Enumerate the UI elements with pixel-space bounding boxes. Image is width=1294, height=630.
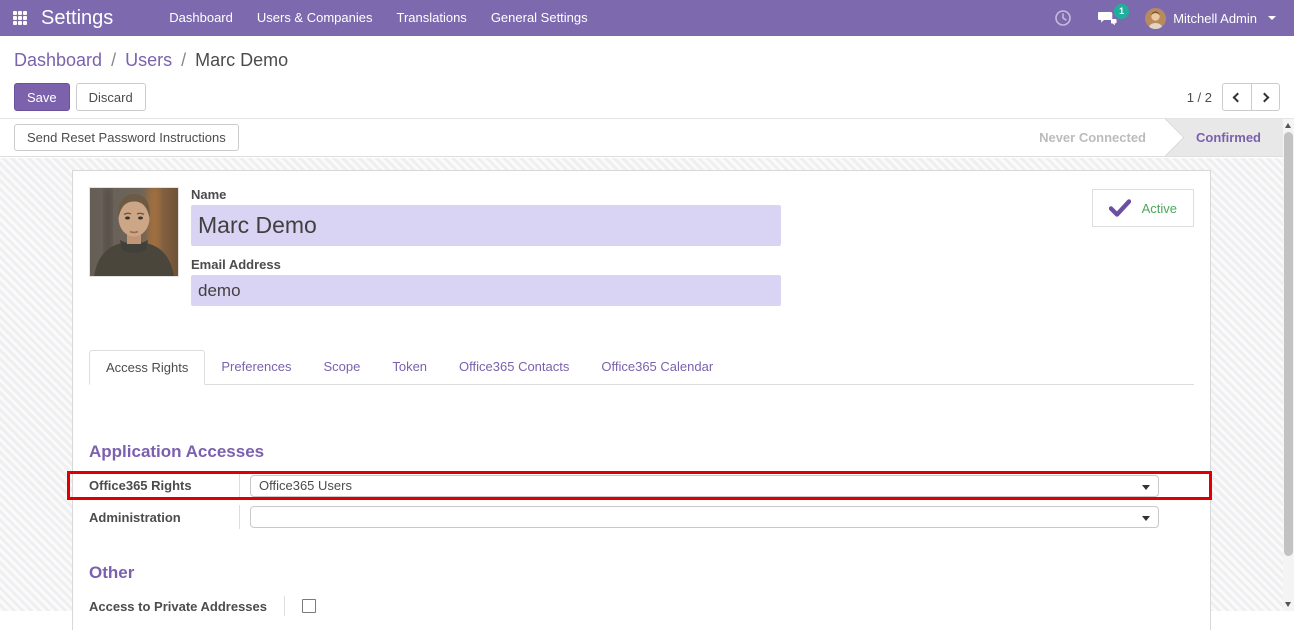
highlight-annotation-box: Office365 Rights Office365 Users [67, 471, 1212, 500]
email-input[interactable] [191, 275, 781, 306]
breadcrumb-current: Marc Demo [195, 50, 288, 70]
pager: 1 / 2 [1187, 83, 1280, 111]
user-menu[interactable]: Mitchell Admin [1131, 0, 1282, 36]
name-label: Name [191, 187, 781, 202]
statusbar: Send Reset Password Instructions Never C… [0, 119, 1294, 157]
save-button[interactable]: Save [14, 83, 70, 111]
activities-clock-icon[interactable] [1041, 0, 1085, 36]
name-input[interactable] [191, 205, 781, 246]
status-steps: Never Connected Confirmed [1015, 119, 1283, 157]
top-navbar: Settings Dashboard Users & Companies Tra… [0, 0, 1294, 36]
section-title-application-accesses: Application Accesses [89, 442, 1194, 462]
tab-token[interactable]: Token [376, 350, 443, 384]
pager-next-button[interactable] [1251, 83, 1280, 111]
office365-rights-label: Office365 Rights [89, 478, 239, 493]
triangle-up-icon [1285, 123, 1291, 128]
field-row-office365-rights: Office365 Rights Office365 Users [89, 474, 1209, 497]
vertical-scrollbar [1283, 119, 1294, 611]
active-toggle[interactable]: Active [1092, 189, 1194, 227]
label-field-separator [239, 474, 240, 497]
triangle-down-icon [1285, 602, 1291, 607]
nav-item-users-companies[interactable]: Users & Companies [245, 0, 385, 36]
tab-access-rights[interactable]: Access Rights [89, 350, 205, 385]
user-photo[interactable] [89, 187, 179, 277]
main-menu: Dashboard Users & Companies Translations… [157, 0, 599, 36]
navbar-right: 1 Mitchell Admin [1041, 0, 1294, 36]
chevron-left-icon [1233, 93, 1243, 103]
form-sheet: Name Email Address Active Access Rights … [72, 170, 1211, 630]
pager-value: 1 / 2 [1187, 90, 1212, 105]
tab-preferences[interactable]: Preferences [205, 350, 307, 384]
apps-grid-icon[interactable] [13, 11, 27, 25]
active-label: Active [1142, 201, 1177, 216]
scrollbar-thumb[interactable] [1284, 132, 1293, 556]
scroll-up-arrow[interactable] [1283, 119, 1294, 132]
administration-label: Administration [89, 510, 239, 525]
user-name: Mitchell Admin [1173, 11, 1257, 26]
nav-item-dashboard[interactable]: Dashboard [157, 0, 245, 36]
dropdown-arrow-icon [1142, 485, 1150, 490]
discard-button[interactable]: Discard [76, 83, 146, 111]
caret-down-icon [1268, 16, 1276, 20]
nav-item-translations[interactable]: Translations [384, 0, 478, 36]
content-area: Name Email Address Active Access Rights … [0, 158, 1294, 611]
administration-select[interactable] [250, 506, 1159, 528]
tab-office365-contacts[interactable]: Office365 Contacts [443, 350, 585, 384]
label-field-separator [284, 596, 285, 616]
control-panel: Dashboard / Users / Marc Demo Save Disca… [0, 36, 1294, 119]
dropdown-arrow-icon [1142, 516, 1150, 521]
chevron-right-icon [1260, 93, 1270, 103]
office365-rights-selected-value: Office365 Users [259, 478, 352, 493]
tab-office365-calendar[interactable]: Office365 Calendar [585, 350, 729, 384]
access-rights-panel: Application Accesses Office365 Rights Of… [89, 385, 1194, 616]
breadcrumb-dashboard[interactable]: Dashboard [14, 50, 102, 70]
checkmark-icon [1109, 199, 1131, 217]
status-step-never-connected[interactable]: Never Connected [1015, 119, 1166, 157]
scroll-down-arrow[interactable] [1283, 598, 1294, 611]
section-title-other: Other [89, 563, 1194, 583]
field-row-administration: Administration [89, 505, 1194, 529]
tab-scope[interactable]: Scope [307, 350, 376, 384]
app-title[interactable]: Settings [41, 7, 113, 30]
email-label: Email Address [191, 257, 781, 272]
message-count-badge: 1 [1114, 4, 1129, 19]
notebook-tabs: Access Rights Preferences Scope Token Of… [89, 350, 1194, 385]
pager-previous-button[interactable] [1222, 83, 1251, 111]
breadcrumb: Dashboard / Users / Marc Demo [14, 50, 1280, 71]
send-reset-password-button[interactable]: Send Reset Password Instructions [14, 124, 239, 151]
nav-item-general-settings[interactable]: General Settings [479, 0, 600, 36]
breadcrumb-users[interactable]: Users [125, 50, 172, 70]
office365-rights-select[interactable]: Office365 Users [250, 475, 1159, 497]
field-row-private-addresses: Access to Private Addresses [89, 596, 1194, 616]
messages-chat-icon[interactable]: 1 [1085, 0, 1131, 36]
private-addresses-label: Access to Private Addresses [89, 599, 284, 614]
label-field-separator [239, 505, 240, 529]
user-avatar [1145, 8, 1166, 29]
